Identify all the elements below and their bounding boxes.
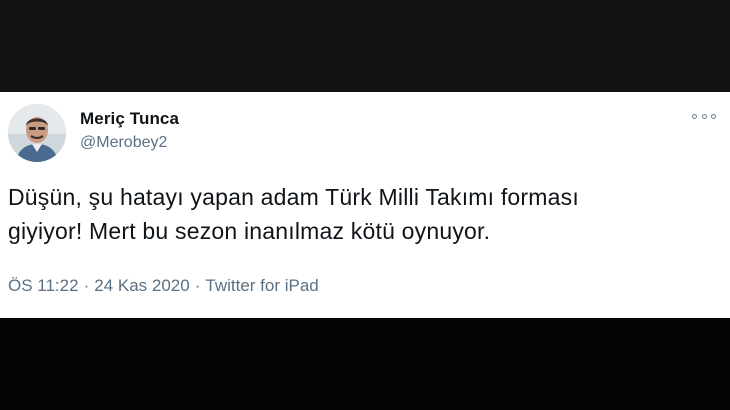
separator-dot: · [83,276,90,295]
avatar[interactable] [8,104,66,162]
avatar-photo [8,104,66,162]
top-black-band [0,0,730,92]
tweet-date: 24 Kas 2020 [94,276,190,295]
tweet-time: ÖS 11:22 [8,276,79,295]
tweet-text-line: Düşün, şu hatayı yapan adam Türk Milli T… [8,184,579,210]
author-handle[interactable]: @Merobey2 [80,134,167,152]
tweet-source-link[interactable]: Twitter for iPad [205,276,318,295]
tweet-meta: ÖS 11:22 · 24 Kas 2020 · Twitter for iPad [8,276,319,296]
separator-dot: · [194,276,201,295]
tweet-card: Meriç Tunca @Merobey2 Düşün, şu hatayı y… [0,92,730,318]
bottom-black-band [0,318,730,410]
tweet-text: Düşün, şu hatayı yapan adam Türk Milli T… [8,180,708,248]
more-options-icon[interactable] [692,108,716,124]
author-name[interactable]: Meriç Tunca [80,109,179,129]
tweet-timestamp[interactable]: ÖS 11:22 · 24 Kas 2020 [8,276,190,295]
tweet-text-line: giyiyor! Mert bu sezon inanılmaz kötü oy… [8,218,491,244]
